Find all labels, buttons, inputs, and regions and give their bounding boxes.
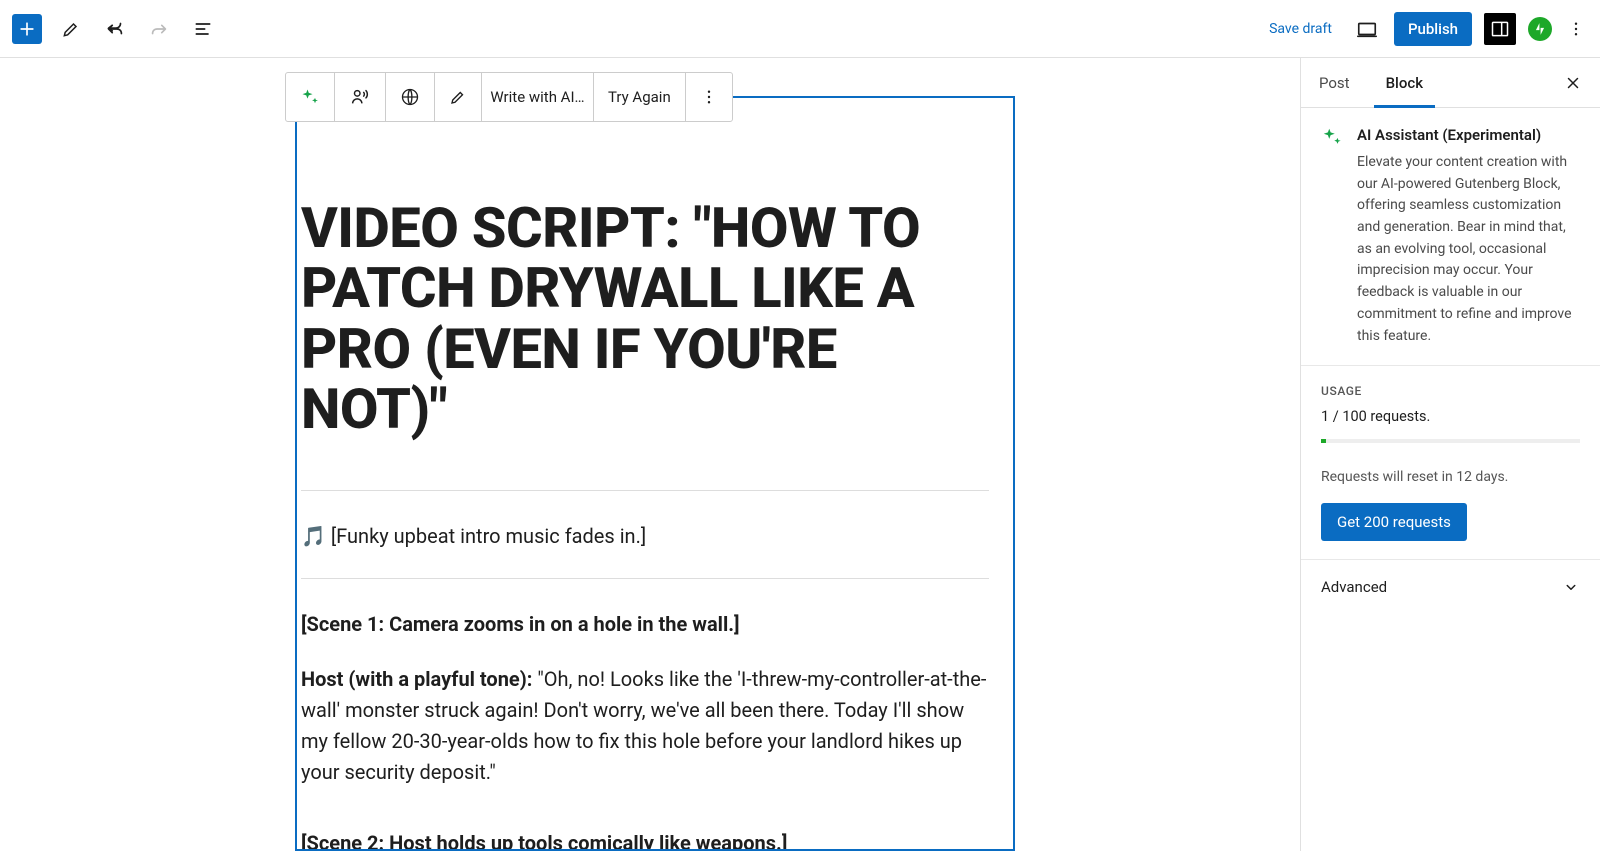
topbar: Save draft Publish [0,0,1600,58]
write-with-ai-button[interactable]: Write with AI… [482,73,594,121]
advanced-label: Advanced [1321,578,1387,596]
jetpack-icon[interactable] [1528,17,1552,41]
scene-2-heading: [Scene 2: Host holds up tools comically … [301,828,989,851]
tab-block[interactable]: Block [1368,58,1441,107]
edit-tone-button[interactable] [435,73,482,121]
editor-canvas: Write with AI… Try Again VIDEO SCRIPT: "… [0,58,1300,851]
more-options-button[interactable] [1564,17,1588,41]
block-more-button[interactable] [686,73,732,121]
publish-button[interactable]: Publish [1394,12,1472,46]
usage-progress-bar [1321,439,1580,443]
get-requests-button[interactable]: Get 200 requests [1321,503,1467,541]
document-outline-button[interactable] [188,14,218,44]
ai-assistant-description: Elevate your content creation with our A… [1357,152,1580,347]
advanced-section-toggle[interactable]: Advanced [1301,560,1600,614]
usage-count: 1 / 100 requests. [1321,408,1580,425]
add-block-button[interactable] [12,14,42,44]
chevron-down-icon [1562,578,1580,596]
host-label: Host (with a playful tone): [301,667,532,691]
undo-button[interactable] [100,14,130,44]
host-line: Host (with a playful tone): "Oh, no! Loo… [301,664,989,788]
workspace: Write with AI… Try Again VIDEO SCRIPT: "… [0,58,1600,851]
usage-label: USAGE [1321,384,1580,398]
edit-mode-button[interactable] [56,14,86,44]
ai-sparkle-icon [1321,126,1343,148]
divider [301,490,989,491]
post-title[interactable]: VIDEO SCRIPT: "HOW TO PATCH DRYWALL LIKE… [301,198,989,440]
ai-assistant-title: AI Assistant (Experimental) [1357,126,1580,144]
sidebar-tabs: Post Block [1301,58,1600,108]
settings-sidebar: Post Block AI Assistant (Experimental) E… [1300,58,1600,851]
block-toolbar: Write with AI… Try Again [285,72,733,122]
music-cue-text: 🎵 [Funky upbeat intro music fades in.] [301,521,989,552]
divider [301,578,989,579]
language-button[interactable] [386,73,435,121]
usage-panel: USAGE 1 / 100 requests. Requests will re… [1301,366,1600,560]
close-sidebar-button[interactable] [1556,58,1590,107]
scene-1-heading: [Scene 1: Camera zooms in on a hole in t… [301,609,989,640]
ai-assistant-icon-button[interactable] [286,73,335,121]
redo-button [144,14,174,44]
save-draft-button[interactable]: Save draft [1261,15,1340,43]
try-again-button[interactable]: Try Again [594,73,686,121]
voice-button[interactable] [335,73,386,121]
tab-post[interactable]: Post [1301,58,1368,107]
usage-progress-fill [1321,439,1326,443]
ai-assistant-block[interactable]: VIDEO SCRIPT: "HOW TO PATCH DRYWALL LIKE… [295,96,1015,851]
preview-button[interactable] [1352,14,1382,44]
ai-assistant-panel: AI Assistant (Experimental) Elevate your… [1301,108,1600,366]
usage-reset-text: Requests will reset in 12 days. [1321,469,1580,485]
settings-panel-toggle[interactable] [1484,13,1516,45]
